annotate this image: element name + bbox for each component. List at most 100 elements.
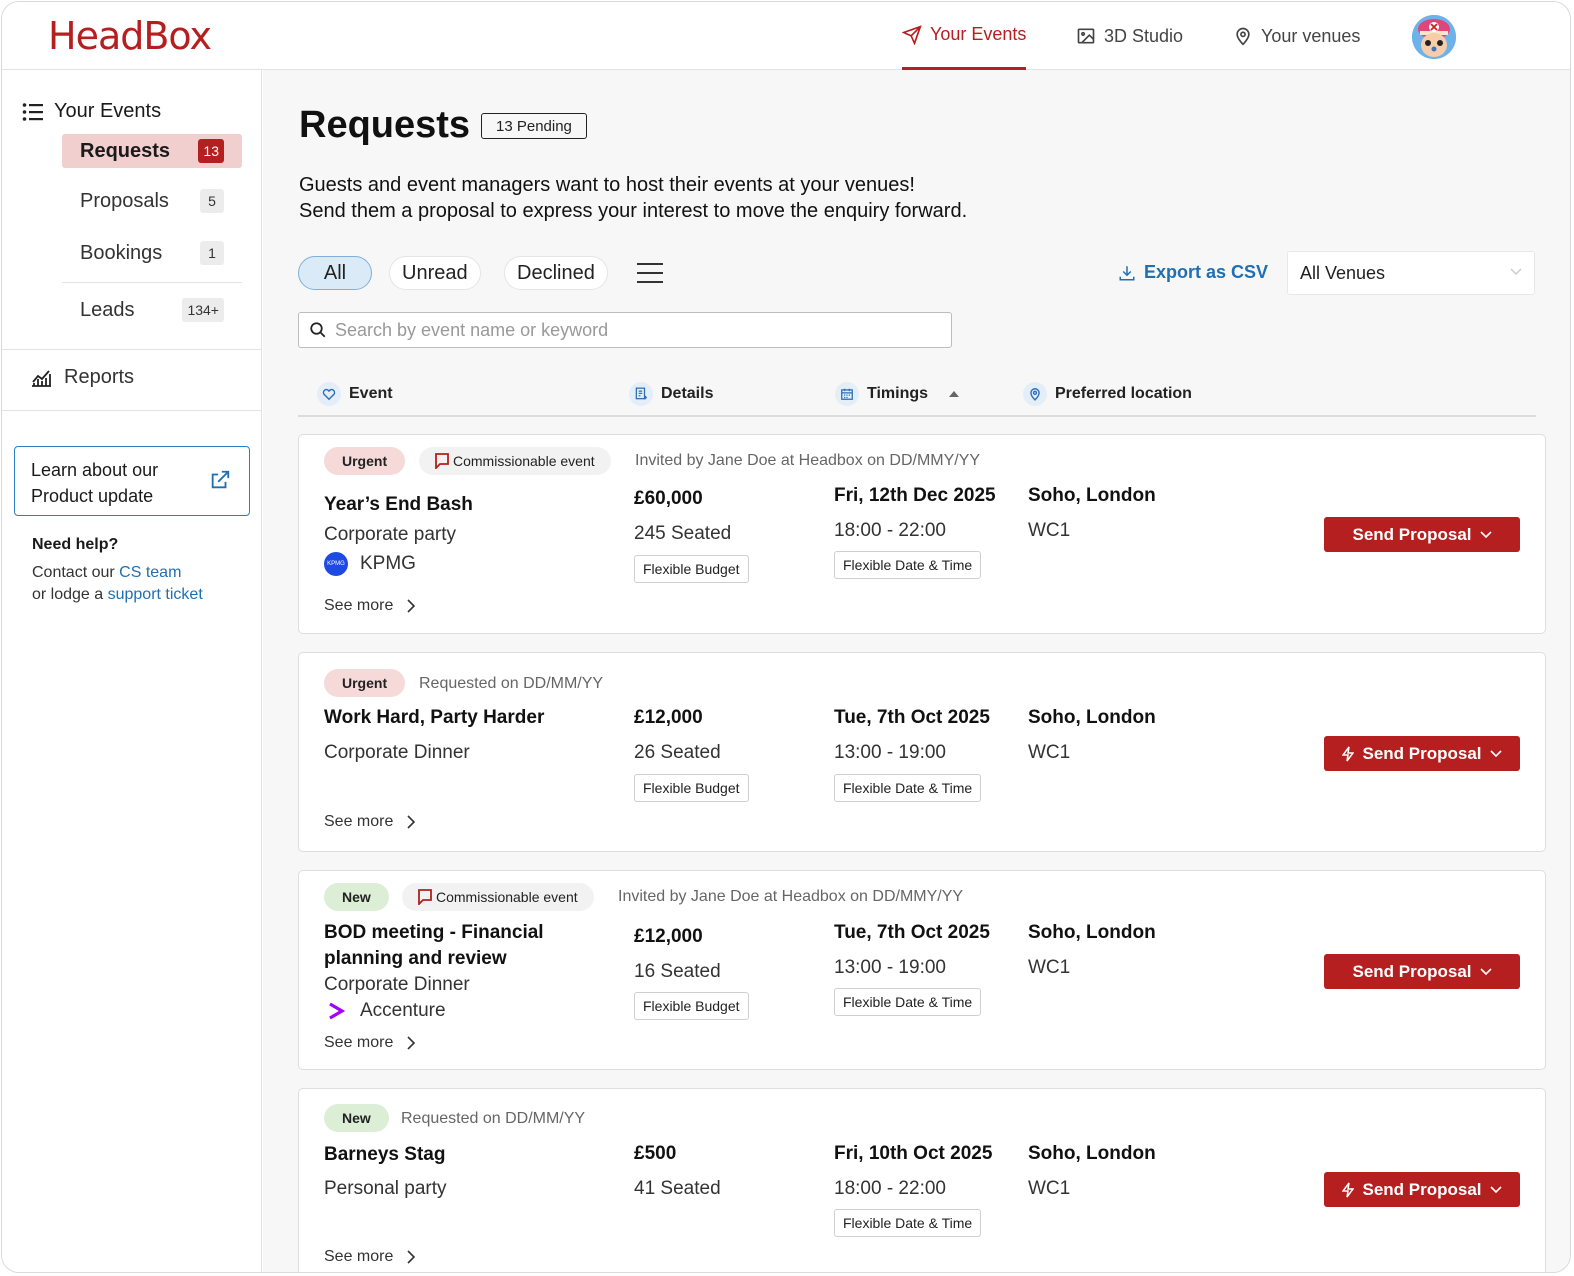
request-meta: Invited by Jane Doe at Headbox on DD/MMY… (635, 452, 981, 469)
hamburger-menu-icon[interactable] (637, 262, 663, 284)
send-proposal-label: Send Proposal (1362, 1179, 1482, 1199)
flexible-time-chip: Flexible Date & Time (834, 1209, 982, 1237)
seated-count: 26 Seated (634, 742, 721, 763)
column-label: Event (349, 385, 393, 402)
filter-all[interactable]: All (298, 256, 372, 290)
request-card[interactable]: New Requested on DD/MM/YY Barneys Stag P… (298, 1088, 1546, 1272)
send-proposal-button[interactable]: Send Proposal (1324, 954, 1520, 989)
search-field[interactable] (298, 312, 952, 348)
nav-label: Your venues (1261, 25, 1361, 46)
help-line-1: Contact our CS team (32, 564, 252, 582)
lightning-icon (1342, 1182, 1355, 1197)
new-tag: New (324, 883, 389, 911)
event-name: Year’s End Bash (324, 494, 473, 515)
sidebar-item-requests[interactable]: Requests 13 (62, 134, 242, 168)
postcode: WC1 (1028, 1178, 1071, 1199)
count-badge: 1 (200, 241, 224, 265)
heart-icon (317, 382, 341, 406)
user-avatar[interactable] (1412, 15, 1456, 59)
nav-3d-studio[interactable]: 3D Studio (1076, 2, 1183, 70)
see-more-link[interactable]: See more (324, 1248, 416, 1266)
filter-unread[interactable]: Unread (389, 256, 481, 290)
seated-count: 245 Seated (634, 523, 732, 544)
receipt-icon (629, 382, 653, 406)
column-location[interactable]: Preferred location (1023, 382, 1192, 406)
send-proposal-button[interactable]: Send Proposal (1324, 517, 1520, 552)
sort-ascending-icon[interactable] (948, 390, 960, 398)
product-update-link[interactable]: Learn about our Product update (14, 446, 250, 516)
event-time: 18:00 - 22:00 (834, 520, 946, 541)
event-date: Tue, 7th Oct 2025 (834, 922, 990, 943)
request-card[interactable]: Urgent Requested on DD/MM/YY Work Hard, … (298, 652, 1546, 852)
request-card[interactable]: New Commissionable event Invited by Jane… (298, 870, 1546, 1070)
event-name-line: BOD meeting - Financial (324, 922, 544, 943)
search-input[interactable] (335, 319, 935, 341)
divider (2, 410, 262, 411)
location: Soho, London (1028, 485, 1156, 506)
sidebar-item-bookings[interactable]: Bookings 1 (62, 236, 242, 270)
count-badge: 5 (200, 189, 224, 213)
external-link-icon (211, 470, 230, 489)
nav-label: 3D Studio (1104, 25, 1184, 46)
column-details[interactable]: Details (629, 382, 713, 406)
location-pin-icon (1236, 27, 1250, 46)
chevron-down-icon (1489, 1185, 1502, 1193)
event-time: 13:00 - 19:00 (834, 742, 946, 763)
event-time: 13:00 - 19:00 (834, 957, 946, 978)
divider (2, 349, 262, 350)
support-ticket-link[interactable]: support ticket (108, 586, 203, 603)
flag-icon (435, 453, 449, 469)
see-more-link[interactable]: See more (324, 1034, 416, 1052)
top-header: HeadBox Your Events 3D Studio Your venue… (2, 2, 1570, 70)
help-text: or lodge a (32, 586, 108, 603)
sidebar-heading[interactable]: Your Events (22, 100, 161, 123)
cs-team-link[interactable]: CS team (119, 564, 181, 581)
download-icon (1119, 265, 1135, 280)
postcode: WC1 (1028, 742, 1071, 763)
column-timings[interactable]: Timings (835, 382, 960, 406)
export-label: Export as CSV (1144, 262, 1269, 282)
count-badge: 13 (198, 139, 224, 163)
request-meta: Invited by Jane Doe at Headbox on DD/MMY… (618, 888, 964, 905)
sidebar-heading-label: Your Events (54, 100, 162, 122)
send-proposal-label: Send Proposal (1352, 961, 1472, 981)
nav-your-venues[interactable]: Your venues (1233, 2, 1360, 70)
commissionable-tag: Commissionable event (419, 447, 611, 475)
location: Soho, London (1028, 707, 1156, 728)
sidebar-item-label: Requests (80, 139, 171, 162)
send-proposal-button[interactable]: Send Proposal (1324, 736, 1520, 771)
venue-select[interactable]: All Venues (1287, 251, 1535, 295)
column-label: Preferred location (1055, 385, 1192, 402)
see-more-link[interactable]: See more (324, 597, 416, 615)
column-event[interactable]: Event (317, 382, 393, 406)
flexible-time-chip: Flexible Date & Time (834, 551, 982, 579)
send-proposal-button[interactable]: Send Proposal (1324, 1172, 1520, 1207)
sidebar-item-leads[interactable]: Leads 134+ (62, 293, 242, 327)
learn-line-2: Product update (31, 486, 154, 506)
sidebar-item-reports[interactable]: Reports (30, 366, 134, 389)
see-more-link[interactable]: See more (324, 813, 416, 831)
event-date: Tue, 7th Oct 2025 (834, 707, 990, 728)
flag-icon (418, 889, 432, 905)
venue-select-value: All Venues (1300, 262, 1386, 283)
nav-your-events[interactable]: Your Events (902, 2, 1027, 70)
chevron-down-icon (1479, 967, 1492, 975)
export-csv-button[interactable]: Export as CSV (1118, 262, 1268, 283)
help-text: Contact our (32, 564, 120, 581)
filter-declined[interactable]: Declined (504, 256, 608, 290)
company-name: KPMG (360, 553, 416, 574)
tag-label: Commissionable event (453, 453, 595, 469)
request-card[interactable]: Urgent Commissionable event Invited by J… (298, 434, 1546, 634)
divider (62, 282, 242, 283)
page-title: Requests (299, 104, 471, 146)
image-icon (1077, 28, 1095, 44)
see-more-label: See more (324, 1034, 394, 1051)
budget-price: £60,000 (634, 488, 703, 509)
sidebar-item-label: Leads (80, 298, 135, 321)
sidebar-item-proposals[interactable]: Proposals 5 (62, 184, 242, 218)
budget-price: £12,000 (634, 926, 703, 947)
urgent-tag: Urgent (324, 447, 406, 475)
headbox-logo[interactable]: HeadBox (48, 14, 212, 58)
event-name-line: planning and review (324, 948, 507, 969)
intro-line-1: Guests and event managers want to host t… (299, 174, 915, 196)
